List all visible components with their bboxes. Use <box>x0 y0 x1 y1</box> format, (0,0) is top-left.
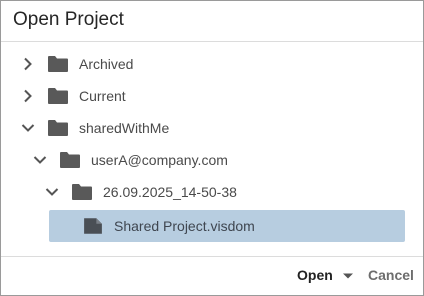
tree-item-shared-project[interactable]: Shared Project.visdom <box>83 211 255 241</box>
tree-item-label: Archived <box>79 56 134 72</box>
tree-item-label: Shared Project.visdom <box>114 218 255 234</box>
cancel-button[interactable]: Cancel <box>368 267 414 283</box>
tree-item-archived[interactable]: Archived <box>21 49 133 79</box>
tree-item-label: userA@company.com <box>91 152 228 168</box>
folder-icon <box>60 152 80 168</box>
folder-icon <box>48 56 68 72</box>
footer-divider <box>1 256 423 257</box>
tree-item-sharedwithme[interactable]: sharedWithMe <box>21 113 169 143</box>
tree-item-label: sharedWithMe <box>79 120 170 136</box>
tree-item-current[interactable]: Current <box>21 81 126 111</box>
folder-icon <box>48 88 68 104</box>
chevron-down-icon[interactable] <box>21 121 35 135</box>
tree-item-label: 26.09.2025_14-50-38 <box>103 184 237 200</box>
chevron-down-icon[interactable] <box>45 185 59 199</box>
folder-icon <box>48 120 68 136</box>
chevron-right-icon[interactable] <box>21 89 35 103</box>
tree-item-date-folder[interactable]: 26.09.2025_14-50-38 <box>45 177 237 207</box>
tree-item-usera[interactable]: userA@company.com <box>33 145 228 175</box>
open-button[interactable]: Open <box>297 267 333 283</box>
file-icon <box>84 218 102 234</box>
tree-item-label: Current <box>79 88 126 104</box>
caret-down-icon[interactable] <box>342 272 354 280</box>
header-divider <box>1 41 423 42</box>
dialog-title: Open Project <box>13 9 124 30</box>
chevron-down-icon[interactable] <box>33 153 47 167</box>
folder-icon <box>72 184 92 200</box>
open-project-dialog: Open Project Archived Current sharedWith… <box>0 0 424 296</box>
chevron-right-icon[interactable] <box>21 57 35 71</box>
